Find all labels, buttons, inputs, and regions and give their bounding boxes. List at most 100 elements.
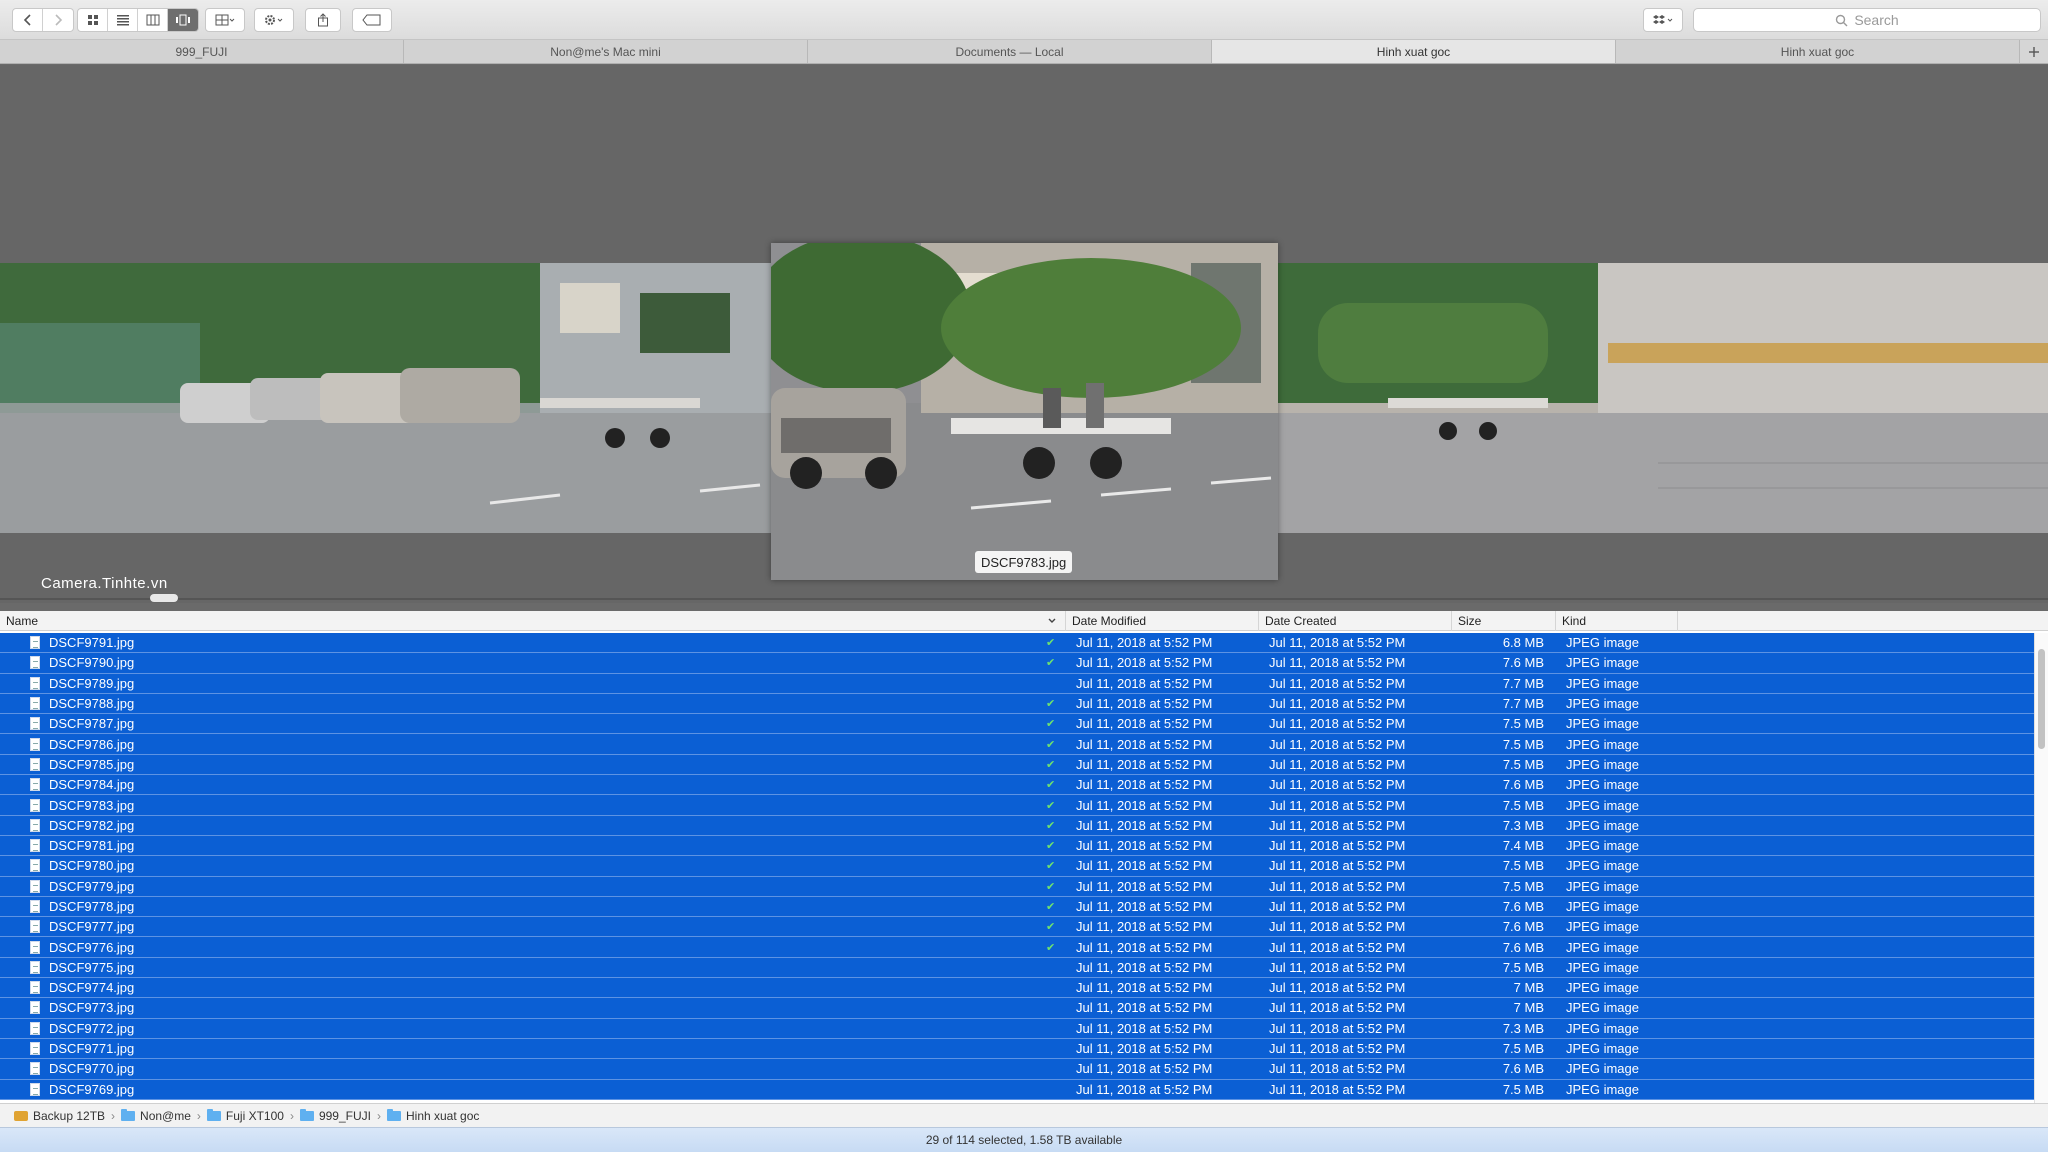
sync-check-icon [1046,674,1056,693]
file-name: DSCF9780.jpg [49,858,135,874]
cover-flow-left-stack[interactable] [0,263,771,533]
breadcrumb-item[interactable]: Non@me [121,1108,191,1123]
folder-icon [206,1108,221,1121]
sync-check-icon [1046,958,1056,977]
file-kind: JPEG image [1566,797,1639,813]
table-row[interactable]: DSCF9769.jpg Jul 11, 2018 at 5:52 PM Jul 1… [0,1079,2034,1100]
jpeg-file-icon [30,897,42,916]
tab-999-fuji[interactable]: 999_FUJI [0,40,404,63]
breadcrumb-item[interactable]: Fuji XT100 [206,1108,284,1123]
table-row[interactable]: DSCF9771.jpg Jul 11, 2018 at 5:52 PM Jul 1… [0,1038,2034,1060]
action-button[interactable] [254,8,294,32]
sync-check-icon [1046,1039,1056,1058]
table-row[interactable]: DSCF9780.jpg ✔ Jul 11, 2018 at 5:52 PM Jul … [0,856,2034,877]
sync-check-icon [1046,978,1056,997]
table-row[interactable]: DSCF9791.jpg ✔ Jul 11, 2018 at 5:52 PM Jul … [0,633,2034,654]
column-date-created-header[interactable]: Date Created [1259,611,1452,631]
list-scroll-thumb[interactable] [2038,649,2045,749]
file-size: 7.5 MB [1502,756,1544,772]
new-tab-button[interactable] [2020,40,2048,63]
table-row[interactable]: DSCF9781.jpg ✔ Jul 11, 2018 at 5:52 PM Jul … [0,835,2034,857]
search-field[interactable]: Search [1693,8,2041,32]
tab-mac-mini[interactable]: Non@me's Mac mini [404,40,808,63]
street-photo-left [0,263,771,533]
table-row[interactable]: DSCF9788.jpg ✔ Jul 11, 2018 at 5:52 PM Jul … [0,693,2034,715]
icon-view-button[interactable] [78,9,108,31]
cover-flow-right-stack[interactable] [1278,263,2048,533]
file-size: 7.5 MB [1502,716,1544,732]
sync-check-icon: ✔ [1046,698,1056,711]
file-kind: JPEG image [1566,1000,1639,1016]
date-modified: Jul 11, 2018 at 5:52 PM [1076,919,1213,935]
date-modified: Jul 11, 2018 at 5:52 PM [1076,756,1213,772]
file-name: DSCF9784.jpg [49,777,135,793]
column-name-header[interactable]: Name [0,611,1066,631]
cover-flow-scroll-thumb[interactable] [150,594,178,602]
file-size: 7.5 MB [1502,878,1544,894]
table-row[interactable]: DSCF9789.jpg Jul 11, 2018 at 5:52 PM Jul 1… [0,673,2034,694]
date-modified: Jul 11, 2018 at 5:52 PM [1076,736,1213,752]
table-row[interactable]: DSCF9784.jpg ✔ Jul 11, 2018 at 5:52 PM Jul … [0,775,2034,796]
file-name: DSCF9775.jpg [49,959,135,975]
file-size: 7.6 MB [1502,1061,1544,1077]
table-row[interactable]: DSCF9778.jpg ✔ Jul 11, 2018 at 5:52 PM Jul … [0,896,2034,918]
list-scrollbar[interactable] [2034,633,2048,1103]
cover-flow-scrollbar[interactable] [0,598,2048,600]
table-row[interactable]: DSCF9787.jpg ✔ Jul 11, 2018 at 5:52 PM Jul … [0,714,2034,735]
list-view-button[interactable] [108,9,138,31]
file-kind: JPEG image [1566,959,1639,975]
selected-cover-image[interactable] [771,243,1278,580]
jpeg-file-icon [30,816,42,835]
sync-check-icon: ✔ [1046,637,1056,650]
back-forward-group [12,8,74,32]
forward-button[interactable] [43,9,73,31]
table-row[interactable]: DSCF9772.jpg Jul 11, 2018 at 5:52 PM Jul 1… [0,1018,2034,1039]
back-button[interactable] [13,9,43,31]
column-size-header[interactable]: Size [1452,611,1556,631]
date-created: Jul 11, 2018 at 5:52 PM [1269,716,1406,732]
column-kind-header[interactable]: Kind [1556,611,1678,631]
table-row[interactable]: DSCF9782.jpg ✔ Jul 11, 2018 at 5:52 PM Jul … [0,815,2034,836]
tab-documents[interactable]: Documents — Local [808,40,1212,63]
table-row[interactable]: DSCF9775.jpg Jul 11, 2018 at 5:52 PM Jul 1… [0,957,2034,979]
file-size: 7.6 MB [1502,939,1544,955]
jpeg-file-icon [30,856,42,875]
table-row[interactable]: DSCF9777.jpg ✔ Jul 11, 2018 at 5:52 PM Jul … [0,917,2034,938]
column-view-button[interactable] [138,9,168,31]
breadcrumb-item[interactable]: Hinh xuat goc [386,1108,479,1123]
date-modified: Jul 11, 2018 at 5:52 PM [1076,838,1213,854]
dropbox-button[interactable] [1643,8,1683,32]
file-kind: JPEG image [1566,899,1639,914]
table-row[interactable]: DSCF9774.jpg Jul 11, 2018 at 5:52 PM Jul 1… [0,978,2034,999]
file-name: DSCF9791.jpg [49,635,135,651]
table-row[interactable]: DSCF9786.jpg ✔ Jul 11, 2018 at 5:52 PM Jul … [0,734,2034,755]
date-modified: Jul 11, 2018 at 5:52 PM [1076,959,1213,975]
table-row[interactable]: DSCF9783.jpg ✔ Jul 11, 2018 at 5:52 PM Jul … [0,795,2034,816]
share-button[interactable] [305,8,341,32]
table-row[interactable]: DSCF9779.jpg ✔ Jul 11, 2018 at 5:52 PM Jul … [0,876,2034,897]
sync-check-icon: ✔ [1046,921,1056,934]
table-row[interactable]: DSCF9773.jpg Jul 11, 2018 at 5:52 PM Jul 1… [0,998,2034,1019]
arrange-button[interactable] [205,8,245,32]
table-row[interactable]: DSCF9770.jpg Jul 11, 2018 at 5:52 PM Jul 1… [0,1059,2034,1080]
date-modified: Jul 11, 2018 at 5:52 PM [1076,696,1213,712]
tab-hinh-xuat-goc[interactable]: Hinh xuat goc [1616,40,2020,63]
cover-flow-view-button[interactable] [168,9,198,31]
breadcrumb-separator-icon: › [196,1108,201,1123]
jpeg-file-icon [30,1059,42,1078]
file-list: Name Date Modified Date Created Size Kin… [0,611,2048,1103]
file-name: DSCF9773.jpg [49,1000,135,1016]
table-row[interactable]: DSCF9785.jpg ✔ Jul 11, 2018 at 5:52 PM Jul … [0,754,2034,776]
date-created: Jul 11, 2018 at 5:52 PM [1269,939,1406,955]
file-kind: JPEG image [1566,1061,1639,1077]
date-modified: Jul 11, 2018 at 5:52 PM [1076,1061,1213,1077]
column-date-modified-header[interactable]: Date Modified [1066,611,1259,631]
tab-hinh-xuat-goc-active[interactable]: Hinh xuat goc [1212,40,1616,63]
tags-button[interactable] [352,8,392,32]
table-row[interactable]: DSCF9776.jpg ✔ Jul 11, 2018 at 5:52 PM Jul … [0,937,2034,958]
cover-flow[interactable]: DSCF9783.jpg Camera.Tinhte.vn [0,65,2048,603]
date-created: Jul 11, 2018 at 5:52 PM [1269,635,1406,651]
breadcrumb-item[interactable]: Backup 12TB [14,1109,105,1123]
breadcrumb-item[interactable]: 999_FUJI [299,1108,371,1123]
table-row[interactable]: DSCF9790.jpg ✔ Jul 11, 2018 at 5:52 PM Jul … [0,653,2034,674]
